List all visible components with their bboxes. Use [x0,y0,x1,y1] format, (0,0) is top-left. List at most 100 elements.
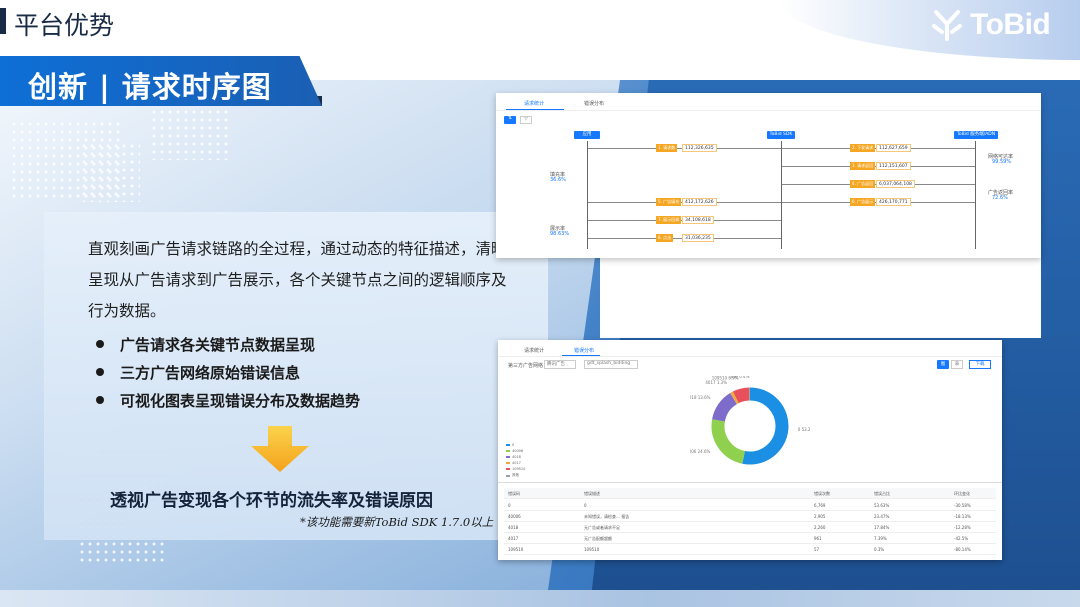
column-header: 错误次数 [814,491,830,496]
bullet-dot-icon [96,340,104,348]
feature-bullet: 可视化图表呈现错误分布及数据趋势 [96,386,360,414]
table-cell: 6,769 [814,503,826,508]
table-cell: -30.58% [954,503,971,508]
step-value: 112,326,635 [682,144,717,152]
conclusion-text: 透视广告变现各个环节的流失率及错误原因 [110,491,433,511]
table-row[interactable]: 4018 无广告或者请求不足 2,260 17.84% -12.28% [504,522,996,533]
donut-slice-4017[interactable] [730,391,739,405]
step-label: 5. 广告填充 [656,198,682,206]
table-cell: -80.14% [954,547,971,552]
table-cell: 0.3% [874,547,885,552]
legend-swatch [506,444,510,446]
step-value: 31,036,235 [682,234,714,242]
placement-select[interactable]: gdt_splash_bidding [584,360,638,369]
step-value: 112,627,659 [876,144,911,152]
step-value: 426,170,771 [876,198,911,206]
chart-view-button[interactable]: 图 [937,360,949,369]
filter-icon[interactable]: ▽ [520,116,532,124]
lifeline-sdk [781,141,782,249]
legend-item: 0 [506,443,514,447]
step-label: 2. 下发请求 [850,144,876,152]
feature-bullet: 三方广告网络原始错误信息 [96,358,360,386]
table-cell: 40006 [508,514,521,519]
tobid-logo-icon [932,10,962,41]
metric-value: 36.6% [550,177,566,183]
view-toggle-button[interactable]: ⇅ [504,116,516,124]
network-select[interactable]: 腾讯广告 [544,360,576,369]
bullet-dot-icon [96,368,104,376]
filter-label: 第三方广告网络 [508,363,544,369]
tab-divider [498,356,1002,357]
donut-slice-label: 40006 24.6% [690,449,710,454]
table-cell: -18.13% [954,514,971,519]
table-view-button[interactable]: 表 [951,360,963,369]
tab-error-distribution[interactable]: 错误分布 [584,100,604,107]
donut-slice-109510[interactable] [732,387,750,404]
table-cell: 4018 [508,525,519,530]
table-cell: -12.28% [954,525,971,530]
tab-divider [496,110,1041,111]
table-cell: 57 [814,547,820,552]
legend-item: 109510 [506,467,525,471]
table-cell: 961 [814,536,822,541]
table-cell: 109510 [508,547,524,552]
table-cell: -42.5% [954,536,969,541]
arrow-down-icon [251,426,309,472]
title-accent-bar [0,8,6,34]
legend-swatch [506,462,510,464]
lane-header-sdk: ToBid SDK [767,131,795,139]
column-header: 错误码 [508,491,520,496]
donut-slice-40006[interactable] [711,419,746,464]
metric-value: 98.63% [550,231,570,237]
tab-request-stats[interactable]: 请求统计 [524,100,544,107]
step-label: 4. 广告返回 [850,180,876,188]
step-label: 7. 展示回调 [656,216,682,224]
table-row[interactable]: 109510 109510 57 0.3% -80.14% [504,544,996,555]
step-label: 6. 广告展示 [850,198,876,206]
step-value: 112,151,607 [876,162,911,170]
legend-item: 40006 [506,449,523,453]
table-cell: 53.63% [874,503,890,508]
metric-value: 72.6% [992,195,1008,201]
table-cell: 7.39% [874,536,887,541]
table-cell: 0 [508,503,511,508]
lifeline-server [975,141,976,249]
table-cell: 0 [584,503,587,508]
step-value: 6,037,064,108 [876,180,915,188]
legend-item: 其他 [506,473,519,478]
section-banner-title: 创新 | 请求时序图 [28,70,272,104]
table-cell: 无广告配额超额 [584,536,612,541]
donut-slice-label: 0 53.2% [798,427,810,432]
legend-item: 4018 [506,455,521,459]
description-text: 直观刻画广告请求链路的全过程，通过动态的特征描述，清晰呈现从广告请求到广告展示，… [88,240,507,320]
table-row[interactable]: 4017 无广告配额超额 961 7.39% -42.5% [504,533,996,544]
error-distribution-screenshot: 请求统计 错误分布 第三方广告网络 腾讯广告 gdt_splash_biddin… [498,340,1002,560]
section-divider [498,482,1002,483]
table-row[interactable]: 0 0 6,769 53.63% -30.58% [504,500,996,511]
error-donut-chart: 0 53.2%40006 24.6%4018 13.6%4017 1.3%109… [690,376,810,465]
legend-swatch [506,456,510,458]
page-title: 平台优势 [14,11,115,40]
table-cell: 未知错误，请检查… 报告 [584,514,630,519]
column-header: 错误占比 [874,491,890,496]
column-header: 错误描述 [584,491,600,496]
legend-swatch [506,468,510,470]
donut-slice-4018[interactable] [712,392,738,422]
table-cell: 2,260 [814,525,826,530]
donut-slice-0[interactable] [742,387,789,465]
table-row[interactable]: 40006 未知错误，请检查… 报告 2,905 23.47% -18.13% [504,511,996,522]
tab-request-stats[interactable]: 请求统计 [524,347,544,354]
download-button[interactable]: 下载 [969,360,991,369]
table-cell: 2,905 [814,514,826,519]
step-label: 3. 请求返回 [850,162,876,170]
feature-bullet: 广告请求各关键节点数据呈现 [96,330,360,358]
bullet-dot-icon [96,396,104,404]
tab-error-distribution[interactable]: 错误分布 [574,347,594,354]
sequence-diagram-screenshot: 请求统计 错误分布 ⇅ ▽ 应用 ToBid SDK ToBid 服务端/ADN… [496,93,1041,258]
metric-value: 99.59% [992,159,1012,165]
feature-bullet-list: 广告请求各关键节点数据呈现 三方广告网络原始错误信息 可视化图表呈现错误分布及数… [96,330,360,414]
table-cell: 无广告或者请求不足 [584,525,620,530]
tobid-logo: ToBid [930,8,1051,42]
table-cell: 17.84% [874,525,890,530]
legend-swatch [506,474,510,477]
